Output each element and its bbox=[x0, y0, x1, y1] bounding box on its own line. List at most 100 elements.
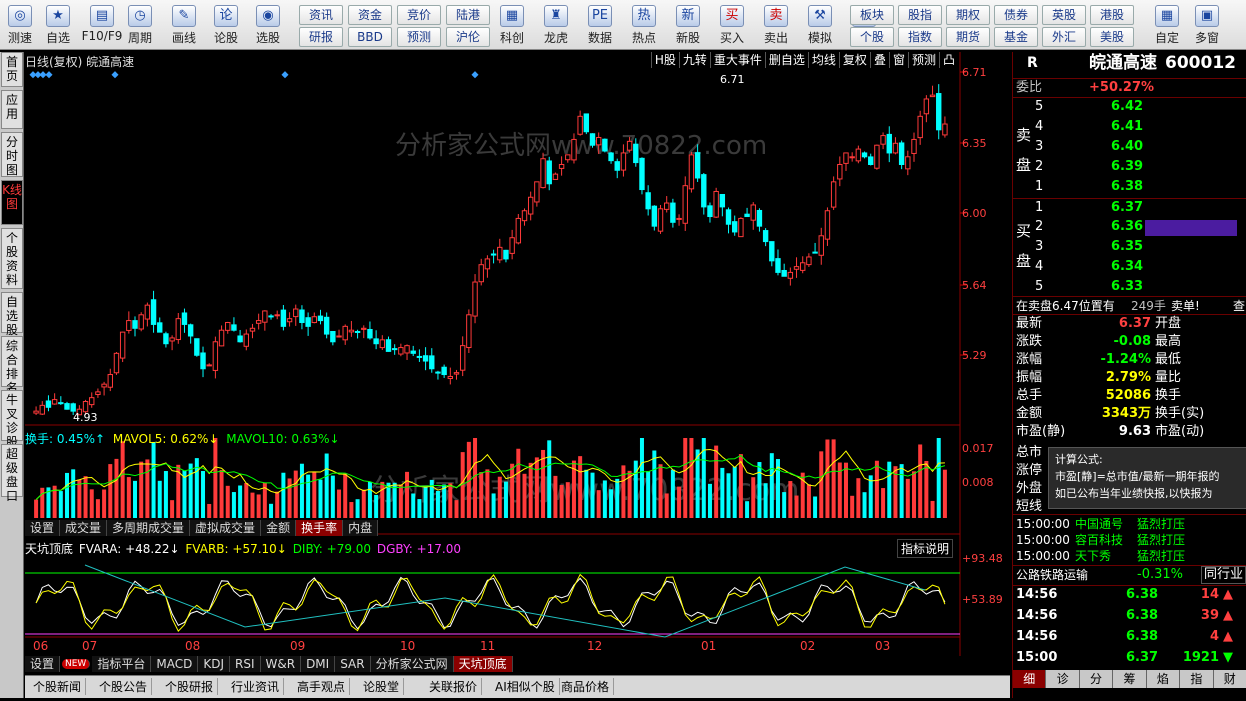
chart-header-button[interactable]: 预测 bbox=[907, 52, 939, 68]
toolbar-right-button[interactable]: ▣ 多窗 bbox=[1188, 3, 1226, 48]
alert-row[interactable]: 15:00:00 中国通号 猛烈打压 bbox=[1013, 515, 1246, 531]
toolbar-grid-button[interactable]: 沪伦 bbox=[446, 27, 490, 47]
toolbar-discuss-button[interactable]: 论论股 bbox=[208, 3, 244, 48]
toolbar-grid-button[interactable]: 英股 bbox=[1042, 5, 1086, 25]
toolbar-pencil-button[interactable]: ✎ 画线 bbox=[166, 3, 202, 48]
event-marker[interactable] bbox=[45, 71, 53, 79]
bottom-tab[interactable]: 行业资讯 bbox=[227, 678, 285, 695]
toolbar-grid-button[interactable]: BBD bbox=[348, 27, 392, 47]
toolbar-grid-button[interactable]: 基金 bbox=[994, 27, 1038, 47]
toolbar-clock-button[interactable]: ◷ 周期 bbox=[122, 3, 158, 48]
toolbar-mid-button[interactable]: PE 数据 bbox=[580, 3, 620, 48]
indicator-tab[interactable]: 设置 bbox=[25, 656, 61, 672]
bottom-tab[interactable]: 论股堂 bbox=[359, 678, 405, 695]
left-tab[interactable]: 牛叉诊股 bbox=[1, 390, 23, 449]
indicator-tab[interactable]: DMI bbox=[301, 656, 336, 672]
volume-tab[interactable]: 设置 bbox=[25, 520, 61, 536]
toolbar-grid-button[interactable]: 港股 bbox=[1090, 5, 1134, 25]
left-tab[interactable]: 个股资料 bbox=[1, 228, 23, 289]
toolbar-mid-button[interactable]: 卖卖出 bbox=[756, 3, 796, 48]
kline-chart-svg[interactable]: 分析家公式网www.70822.com分析家公式网www.70822.com6.… bbox=[25, 52, 1010, 698]
bottom-tab[interactable]: 个股研报 bbox=[161, 678, 219, 695]
toolbar-grid-button[interactable]: 期权 bbox=[946, 5, 990, 25]
left-tab[interactable]: 首页 bbox=[1, 52, 23, 87]
volume-tab[interactable]: 成交量 bbox=[60, 520, 108, 536]
toolbar-f10-button[interactable]: ▤ F10/F9 bbox=[80, 3, 124, 48]
toolbar-grid-button[interactable]: 外汇 bbox=[1042, 27, 1086, 47]
toolbar-star-button[interactable]: ★ 自选 bbox=[40, 3, 76, 48]
quote-tab[interactable]: 分 bbox=[1079, 670, 1114, 688]
quote-tab[interactable]: 诊 bbox=[1046, 670, 1080, 688]
chart-header-button[interactable]: 均线 bbox=[807, 52, 839, 68]
volume-tab[interactable]: 金额 bbox=[261, 520, 297, 536]
indicator-tab[interactable]: SAR bbox=[335, 656, 371, 672]
quote-tab[interactable]: 细 bbox=[1013, 670, 1047, 688]
chart-header-button[interactable]: H股 bbox=[650, 52, 679, 68]
toolbar-grid-button[interactable]: 期货 bbox=[946, 27, 990, 47]
quote-tab[interactable]: 财 bbox=[1213, 670, 1246, 688]
bottom-tab[interactable]: 高手观点 bbox=[293, 678, 351, 695]
indicator-tab[interactable]: KDJ bbox=[198, 656, 230, 672]
indicator-help-button[interactable]: 指标说明 bbox=[897, 539, 954, 558]
event-marker[interactable] bbox=[281, 71, 289, 79]
left-tab[interactable]: 超级盘口 bbox=[1, 444, 23, 503]
sector-button[interactable]: 同行业 bbox=[1201, 566, 1246, 584]
chart-header-button[interactable]: 删自选 bbox=[764, 52, 808, 68]
kline-chart-area[interactable]: 分析家公式网www.70822.com分析家公式网www.70822.com6.… bbox=[25, 52, 1010, 698]
bottom-tab[interactable]: 个股新闻 bbox=[29, 678, 87, 695]
left-tab[interactable]: 自选股 bbox=[1, 292, 23, 337]
alert-row[interactable]: 15:00:00 天下秀 猛烈打压 bbox=[1013, 547, 1246, 563]
chart-header-button[interactable]: 九转 bbox=[678, 52, 710, 68]
toolbar-grid-button[interactable]: 竞价 bbox=[397, 5, 441, 25]
chart-header-button[interactable]: 凸 bbox=[938, 52, 958, 68]
quote-tab[interactable]: 筹 bbox=[1113, 670, 1147, 688]
left-tab[interactable]: 应用 bbox=[1, 90, 23, 129]
toolbar-grid-button[interactable]: 美股 bbox=[1090, 27, 1134, 47]
chart-header-button[interactable]: 叠 bbox=[869, 52, 889, 68]
chart-header-button[interactable]: 复权 bbox=[838, 52, 870, 68]
toolbar-mid-button[interactable]: ▦ 科创 bbox=[492, 3, 532, 48]
indicator-tab[interactable]: RSI bbox=[230, 656, 261, 672]
toolbar-select-button[interactable]: ◉ 选股 bbox=[250, 3, 286, 48]
event-marker[interactable] bbox=[471, 71, 479, 79]
indicator-tab[interactable]: MACD bbox=[151, 656, 199, 672]
toolbar-grid-button[interactable]: 研报 bbox=[299, 27, 343, 47]
toolbar-mid-button[interactable]: ♜ 龙虎 bbox=[536, 3, 576, 48]
toolbar-grid-button[interactable]: 债券 bbox=[994, 5, 1038, 25]
toolbar-grid-button[interactable]: 板块 bbox=[850, 5, 894, 25]
toolbar-right-button[interactable]: ▦ 自定 bbox=[1148, 3, 1186, 48]
volume-tab[interactable]: 虚拟成交量 bbox=[190, 520, 262, 536]
volume-tab[interactable]: 换手率 bbox=[296, 520, 344, 536]
bottom-tab[interactable]: 个股公告 bbox=[95, 678, 153, 695]
toolbar-grid-button[interactable]: 指数 bbox=[898, 27, 942, 47]
toolbar-grid-button[interactable]: 资讯 bbox=[299, 5, 343, 25]
toolbar-grid-button[interactable]: 陆港 bbox=[446, 5, 490, 25]
event-marker[interactable] bbox=[111, 71, 119, 79]
bottom-tab[interactable]: 关联报价 bbox=[425, 678, 483, 695]
quote-tab[interactable]: 指 bbox=[1180, 670, 1214, 688]
notice-more[interactable]: 查 bbox=[1233, 297, 1245, 315]
chart-header-button[interactable]: 窗 bbox=[888, 52, 908, 68]
chart-header-button[interactable]: 重大事件 bbox=[709, 52, 765, 68]
volume-tab[interactable]: 多周期成交量 bbox=[107, 520, 191, 536]
toolbar-grid-button[interactable]: 资金 bbox=[348, 5, 392, 25]
toolbar-speed-button[interactable]: ◎ 测速 bbox=[2, 3, 38, 48]
toolbar-mid-button[interactable]: 买买入 bbox=[712, 3, 752, 48]
toolbar-mid-button[interactable]: 热热点 bbox=[624, 3, 664, 48]
toolbar-grid-button[interactable]: 预测 bbox=[397, 27, 441, 47]
quote-tab[interactable]: 焰 bbox=[1146, 670, 1181, 688]
indicator-tab[interactable]: 分析家公式网 bbox=[370, 656, 454, 672]
bottom-tab[interactable]: AI相似个股 bbox=[491, 678, 560, 695]
toolbar-mid-button[interactable]: ⚒ 模拟 bbox=[800, 3, 840, 48]
toolbar-grid-button[interactable]: 股指 bbox=[898, 5, 942, 25]
alert-row[interactable]: 15:00:00 容百科技 猛烈打压 bbox=[1013, 531, 1246, 547]
indicator-tab[interactable]: 指标平台 bbox=[92, 656, 152, 672]
volume-tab[interactable]: 内盘 bbox=[343, 520, 379, 536]
bottom-tab[interactable]: 商品价格 bbox=[557, 678, 615, 695]
left-tab[interactable]: 综合排名 bbox=[1, 336, 23, 395]
left-tab[interactable]: 分时图 bbox=[1, 132, 23, 177]
toolbar-grid-button[interactable]: 个股 bbox=[850, 27, 894, 47]
toolbar-mid-button[interactable]: 新新股 bbox=[668, 3, 708, 48]
indicator-tab[interactable]: W&R bbox=[260, 656, 302, 672]
left-tab[interactable]: K线图 bbox=[1, 180, 23, 225]
